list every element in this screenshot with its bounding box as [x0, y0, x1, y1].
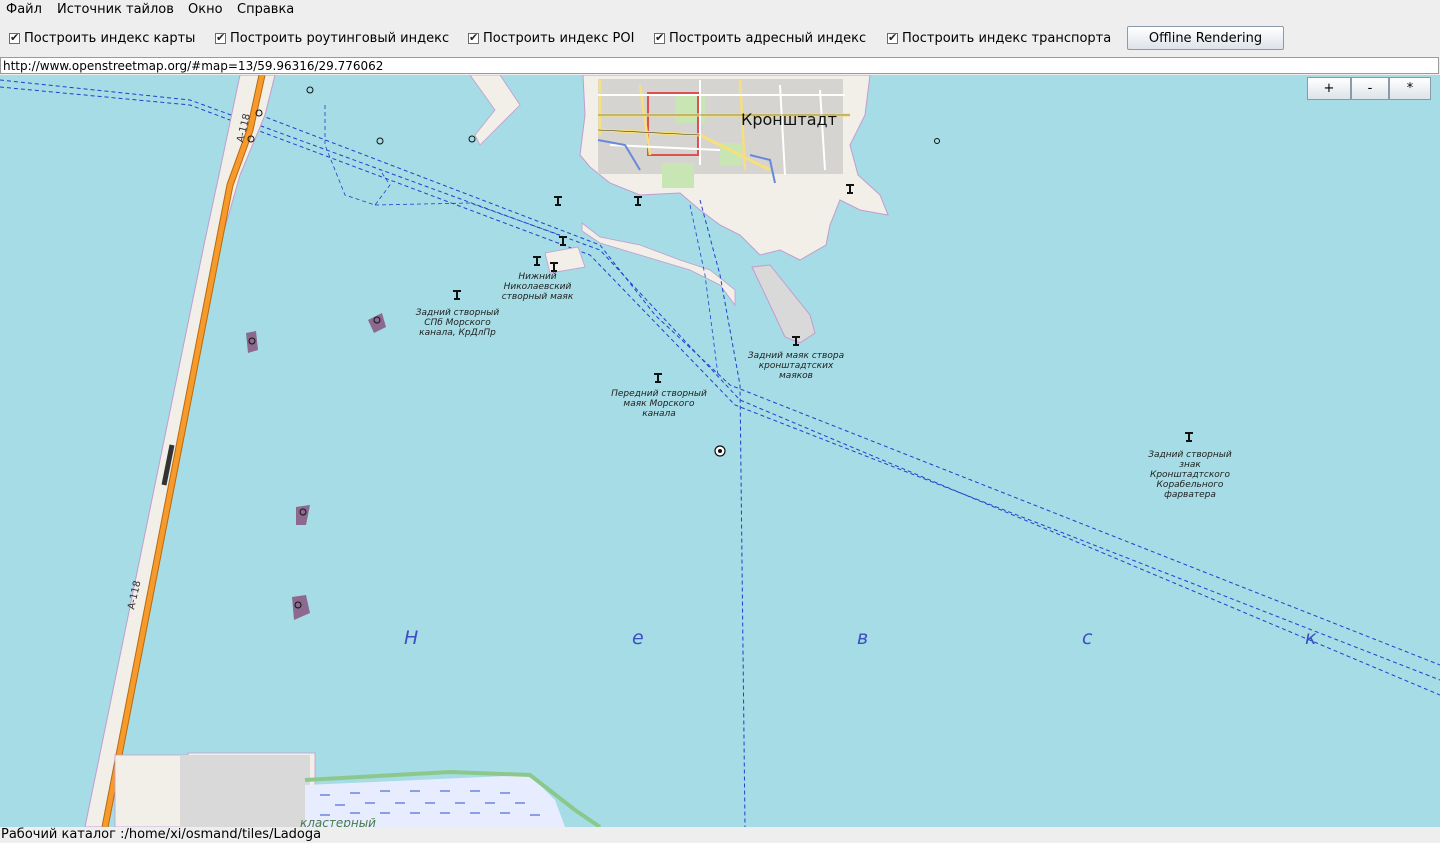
zoom-in-button[interactable]: + — [1307, 77, 1351, 100]
breakwater — [581, 222, 736, 307]
toolbar: Построить индекс карты Построить роутинг… — [0, 24, 1440, 54]
pier-south — [751, 264, 816, 344]
checkbox-checked-icon — [468, 31, 479, 45]
shipping-lane-5 — [324, 105, 561, 236]
sea-label-letter: к — [1305, 627, 1317, 649]
bottom-partial-label: кластерный — [300, 816, 376, 827]
checkbox-checked-icon — [9, 31, 20, 45]
label-front-lighthouse: Передний створный маяк Морского канала — [611, 389, 707, 419]
checkbox-checked-icon — [887, 31, 898, 45]
buoy-dot — [718, 449, 722, 453]
menu-tile-source[interactable]: Источник тайлов — [57, 2, 174, 17]
checkbox-checked-icon — [215, 31, 226, 45]
build-address-index-checkbox[interactable]: Построить адресный индекс — [654, 31, 866, 46]
checkbox-label: Построить индекс POI — [483, 31, 635, 46]
fort-island-2 — [246, 331, 258, 353]
menu-bar: Файл Источник тайлов Окно Справка — [0, 0, 1440, 20]
sea-label-letter: в — [857, 627, 869, 649]
sea-label-letter: Н — [404, 627, 419, 649]
park-3 — [662, 163, 694, 188]
checkbox-label: Построить индекс транспорта — [902, 31, 1112, 46]
build-map-index-checkbox[interactable]: Построить индекс карты — [9, 31, 195, 46]
build-routing-index-checkbox[interactable]: Построить роутинговый индекс — [215, 31, 449, 46]
center-button[interactable]: * — [1389, 77, 1431, 100]
label-kronstadt-rear-lighthouse: Задний маяк створа кронштадтских маяков — [747, 351, 845, 381]
industrial-area — [180, 755, 310, 827]
fort-island-4 — [292, 595, 310, 620]
offline-rendering-button[interactable]: Offline Rendering — [1127, 26, 1284, 50]
label-spb-canal-rear-light: Задний створный СПб Морского канала, КрД… — [415, 308, 500, 338]
checkbox-checked-icon — [654, 31, 665, 45]
sea-label-letter: е — [632, 627, 644, 649]
checkbox-label: Построить адресный индекс — [669, 31, 867, 46]
status-bar: Рабочий каталог :/home/xi/osmand/tiles/L… — [0, 827, 1440, 843]
build-transport-index-checkbox[interactable]: Построить индекс транспорта — [887, 31, 1111, 46]
fort-island-5 — [544, 246, 586, 274]
build-poi-index-checkbox[interactable]: Построить индекс POI — [468, 31, 634, 46]
city-label-kronstadt: Кронштадт — [741, 110, 837, 129]
shipping-lane-6 — [689, 204, 719, 376]
label-nikolaevsky-lighthouse: Нижний Николаевский створный маяк — [501, 272, 574, 302]
north-pier — [469, 75, 521, 146]
map-view[interactable]: A-118 A-118 кластерный Кронштадт Нижний … — [0, 75, 1440, 827]
url-field[interactable]: http://www.openstreetmap.org/#map=13/59.… — [0, 57, 1439, 74]
shipping-lane-4 — [699, 199, 746, 827]
checkbox-label: Построить роутинговый индекс — [230, 31, 450, 46]
label-fairway-rear-sign: Задний створный знак Кронштадтского Кора… — [1148, 450, 1232, 500]
road-a118 — [102, 75, 265, 827]
checkbox-label: Построить индекс карты — [24, 31, 196, 46]
menu-window[interactable]: Окно — [188, 2, 223, 17]
menu-file[interactable]: Файл — [6, 2, 42, 17]
menu-help[interactable]: Справка — [237, 2, 294, 17]
sea-label-letter: с — [1082, 627, 1093, 649]
zoom-out-button[interactable]: - — [1351, 77, 1389, 100]
